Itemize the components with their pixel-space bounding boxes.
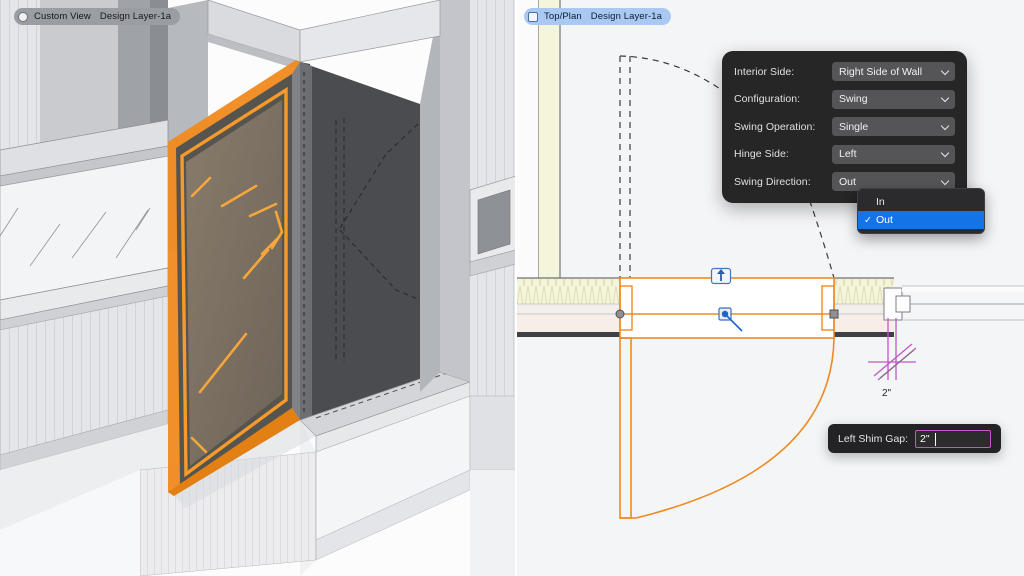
window-assembly-left bbox=[0, 119, 169, 331]
configuration-select[interactable]: Swing bbox=[832, 89, 955, 109]
view-mode-label: Top/Plan bbox=[544, 11, 582, 22]
viewport-divider[interactable] bbox=[515, 0, 517, 576]
door-rough-opening bbox=[296, 60, 421, 422]
field-label: Hinge Side: bbox=[734, 148, 789, 160]
field-hinge-side: Hinge Side: Left bbox=[734, 144, 955, 164]
menu-item-out[interactable]: ✓ Out bbox=[858, 211, 984, 229]
swing-operation-select[interactable]: Single bbox=[832, 117, 955, 136]
3d-model-drawing bbox=[0, 0, 516, 576]
chevron-down-icon bbox=[942, 68, 949, 75]
field-swing-operation: Swing Operation: Single bbox=[734, 117, 955, 136]
field-configuration: Configuration: Swing bbox=[734, 89, 955, 109]
chevron-down-icon bbox=[942, 150, 949, 157]
dimension-label: 2" bbox=[882, 388, 892, 399]
input-value: 2" bbox=[920, 432, 930, 445]
application-window: Custom View Design Layer-1a Top/Plan Des… bbox=[0, 0, 1024, 576]
select-value: Out bbox=[839, 175, 856, 188]
check-icon: ✓ bbox=[864, 214, 872, 226]
text-caret bbox=[935, 432, 937, 446]
hinge-side-select[interactable]: Left bbox=[832, 144, 955, 164]
view-toggle-icon[interactable] bbox=[528, 11, 538, 22]
field-label: Swing Direction: bbox=[734, 175, 811, 188]
plan-wall-left-segment bbox=[516, 277, 622, 337]
field-label: Configuration: bbox=[734, 93, 801, 105]
plan-wall-vertical bbox=[516, 0, 561, 286]
flip-up-arrow-icon[interactable] bbox=[710, 267, 732, 285]
field-label: Interior Side: bbox=[734, 65, 795, 78]
view-mode-label: Custom View bbox=[34, 11, 91, 22]
left-shim-gap-input[interactable]: 2" bbox=[915, 429, 992, 448]
left-shim-gap-field: Left Shim Gap: 2" bbox=[828, 424, 1002, 453]
select-value: Single bbox=[839, 120, 869, 133]
chevron-down-icon bbox=[942, 95, 949, 102]
view-label-plan[interactable]: Top/Plan Design Layer-1a bbox=[524, 8, 671, 25]
menu-item-in[interactable]: In bbox=[858, 193, 984, 211]
view-toggle-icon[interactable] bbox=[18, 11, 28, 22]
interior-side-select[interactable]: Right Side of Wall bbox=[832, 62, 955, 81]
chevron-down-icon bbox=[942, 123, 949, 130]
viewport-3d[interactable] bbox=[0, 0, 516, 576]
field-label: Swing Operation: bbox=[734, 120, 816, 133]
select-value: Left bbox=[839, 148, 857, 160]
view-layer-label: Design Layer-1a bbox=[99, 11, 172, 22]
view-layer-label: Design Layer-1a bbox=[590, 11, 662, 22]
swing-direction-menu: In ✓ Out bbox=[857, 188, 985, 234]
select-value: Swing bbox=[839, 93, 868, 105]
field-interior-side: Interior Side: Right Side of Wall bbox=[734, 62, 955, 81]
chevron-down-icon bbox=[942, 178, 949, 185]
menu-item-label: Out bbox=[876, 214, 893, 226]
select-value: Right Side of Wall bbox=[839, 65, 923, 78]
left-shim-gap-label: Left Shim Gap: bbox=[838, 432, 909, 445]
menu-item-label: In bbox=[876, 196, 885, 208]
door-settings-dialog: Interior Side: Right Side of Wall Config… bbox=[722, 51, 967, 203]
view-label-3d[interactable]: Custom View Design Layer-1a bbox=[14, 8, 181, 25]
